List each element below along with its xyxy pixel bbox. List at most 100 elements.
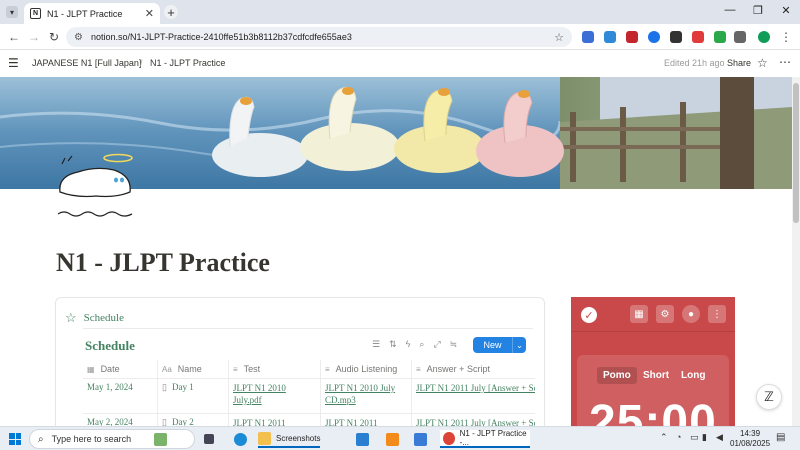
date-cell[interactable]: May 1, 2024 (83, 379, 158, 413)
extension-icon[interactable] (670, 31, 682, 43)
share-button[interactable]: Share (727, 58, 751, 68)
more-vertical-icon[interactable]: ⋮ (708, 305, 726, 323)
page-doc-icon: ▯ (162, 382, 167, 392)
audio-cell[interactable]: JLPT N1 2010 July CD.mp3 (321, 379, 412, 413)
database-title[interactable]: Schedule (85, 338, 135, 354)
battery-icon[interactable]: ▮ (702, 432, 707, 443)
browser-menu-icon[interactable]: ⋮ (778, 29, 794, 45)
text-lines-icon: ≡ (233, 364, 238, 374)
audio-file-link[interactable]: JLPT N1 2010 July CD.mp3 (325, 383, 395, 405)
extension-icon[interactable] (626, 31, 638, 43)
back-icon[interactable]: ← (6, 29, 22, 45)
taskbar-sublime[interactable] (386, 430, 404, 448)
database-toolbar: ☰ ⇅ ϟ ⌕ ⤢ ≒ (372, 339, 457, 350)
divider (83, 328, 533, 329)
minimize-icon[interactable]: — (718, 4, 742, 16)
bookmark-star-icon[interactable]: ☆ (554, 31, 564, 44)
taskbar-vscode[interactable] (356, 430, 374, 448)
breadcrumb-separator: / (140, 58, 143, 68)
column-header-audio[interactable]: ≡ Audio Listening (321, 360, 412, 378)
close-window-icon[interactable]: ✕ (774, 4, 798, 17)
extension-icon[interactable] (692, 31, 704, 43)
settings-sliders-icon[interactable]: ≒ (450, 339, 458, 350)
user-icon[interactable]: ● (682, 305, 700, 323)
edited-timestamp: Edited 21h ago (664, 58, 725, 68)
check-icon[interactable]: ✓ (581, 307, 597, 323)
taskbar-widget-icon[interactable] (154, 430, 172, 448)
column-header-answer[interactable]: ≡ Answer + Script (412, 360, 535, 378)
sublime-icon (386, 432, 399, 446)
taskbar-item-chrome[interactable]: N1 - JLPT Practice -... (440, 429, 530, 448)
taskbar-edge[interactable] (234, 430, 252, 448)
task-view-button[interactable] (204, 430, 219, 448)
mode-short-tab[interactable]: Short (637, 367, 675, 384)
extension-icon[interactable] (648, 31, 660, 43)
mode-pomo-tab[interactable]: Pomo (597, 367, 637, 384)
tab-search-button[interactable]: ▾ (6, 6, 18, 18)
answer-file-link[interactable]: JLPT N1 2011 July [Answer + Sc (416, 383, 535, 393)
edge-browser-icon (234, 432, 247, 446)
filter-icon[interactable]: ☰ (372, 339, 380, 350)
text-lines-icon: ≡ (325, 364, 330, 374)
taskbar-item-screenshots[interactable]: Screenshots (258, 430, 321, 448)
extension-icon[interactable] (604, 31, 616, 43)
automation-lightning-icon[interactable]: ϟ (406, 339, 411, 350)
reload-icon[interactable]: ↻ (46, 29, 62, 45)
taskbar-app[interactable] (414, 430, 432, 448)
volume-icon[interactable]: ◀ (716, 432, 723, 443)
windows-start-icon[interactable] (9, 433, 21, 445)
column-header-name[interactable]: Aa Name (158, 360, 229, 378)
chevron-down-icon[interactable]: ⌄ (512, 337, 526, 353)
mode-long-tab[interactable]: Long (675, 367, 711, 384)
search-placeholder: Type here to search (51, 434, 132, 444)
extension-icon[interactable] (582, 31, 594, 43)
column-header-date[interactable]: ▦ Date (83, 360, 158, 378)
tab-title: N1 - JLPT Practice (47, 8, 123, 19)
table-header-row: ▦ Date Aa Name ≡ Test ≡ Audio Listening ≡ Ans… (83, 360, 535, 379)
notion-favicon-icon: N (30, 8, 41, 19)
wifi-icon[interactable]: ◔ (676, 432, 681, 442)
new-entry-button[interactable]: New (473, 337, 512, 353)
callout-title[interactable]: Schedule (84, 312, 124, 324)
gear-icon[interactable]: ⚙ (656, 305, 674, 323)
column-header-test[interactable]: ≡ Test (229, 360, 321, 378)
windows-taskbar: ⌕ Type here to search Screenshots N1 - J… (0, 426, 800, 450)
notion-help-button[interactable]: ℤ (756, 384, 782, 410)
pomodoro-widget: ✓ ▦ ⚙ ● ⋮ Pomo Short Long 25:00 (571, 297, 735, 437)
answer-cell[interactable]: JLPT N1 2011 July [Answer + Sc (412, 379, 535, 413)
tray-chevron-icon[interactable]: ⌃ (660, 432, 668, 443)
scrollbar-thumb[interactable] (793, 83, 799, 223)
profile-avatar[interactable] (758, 31, 770, 43)
taskbar-clock[interactable]: 14:39 01/08/2025 (730, 429, 770, 449)
page-title[interactable]: N1 - JLPT Practice (56, 248, 270, 278)
network-icon[interactable]: ▭ (690, 432, 699, 443)
sort-icon[interactable]: ⇅ (389, 339, 397, 350)
test-file-link[interactable]: JLPT N1 2010 July.pdf (233, 383, 286, 405)
extension-icon[interactable] (714, 31, 726, 43)
page-more-icon[interactable]: ⋯ (779, 55, 791, 69)
notifications-icon[interactable]: ▤ (776, 432, 785, 443)
site-info-icon[interactable]: ⚙ (74, 32, 83, 43)
name-cell[interactable]: ▯ Day 1 (158, 379, 229, 413)
url-text: notion.so/N1-JLPT-Practice-2410ffe51b3b8… (90, 32, 352, 42)
report-chart-icon[interactable]: ▦ (630, 305, 648, 323)
sidebar-menu-icon[interactable]: ☰ (8, 56, 19, 70)
star-icon: ☆ (65, 310, 77, 325)
extensions-puzzle-icon[interactable] (734, 31, 746, 43)
address-bar[interactable]: ⚙ notion.so/N1-JLPT-Practice-2410ffe51b3… (66, 27, 572, 47)
close-tab-icon[interactable]: ✕ (145, 7, 154, 20)
table-row[interactable]: May 1, 2024 ▯ Day 1 JLPT N1 2010 July.pdf… (83, 379, 535, 414)
forward-icon[interactable]: → (26, 29, 42, 45)
breadcrumb-parent[interactable]: JAPANESE N1 [Full Japan] (32, 58, 141, 68)
search-icon: ⌕ (38, 433, 44, 445)
expand-icon[interactable]: ⤢ (433, 339, 440, 350)
breadcrumb-current[interactable]: N1 - JLPT Practice (150, 58, 225, 68)
browser-tab[interactable]: N N1 - JLPT Practice ✕ (24, 3, 160, 24)
page-scrollbar[interactable] (792, 77, 800, 426)
new-tab-button[interactable]: + (164, 5, 178, 20)
favorite-star-icon[interactable]: ☆ (757, 56, 768, 70)
search-icon[interactable]: ⌕ (419, 339, 424, 350)
test-cell[interactable]: JLPT N1 2010 July.pdf (229, 379, 321, 413)
page-icon[interactable] (56, 152, 138, 222)
restore-icon[interactable]: ❐ (746, 4, 770, 17)
